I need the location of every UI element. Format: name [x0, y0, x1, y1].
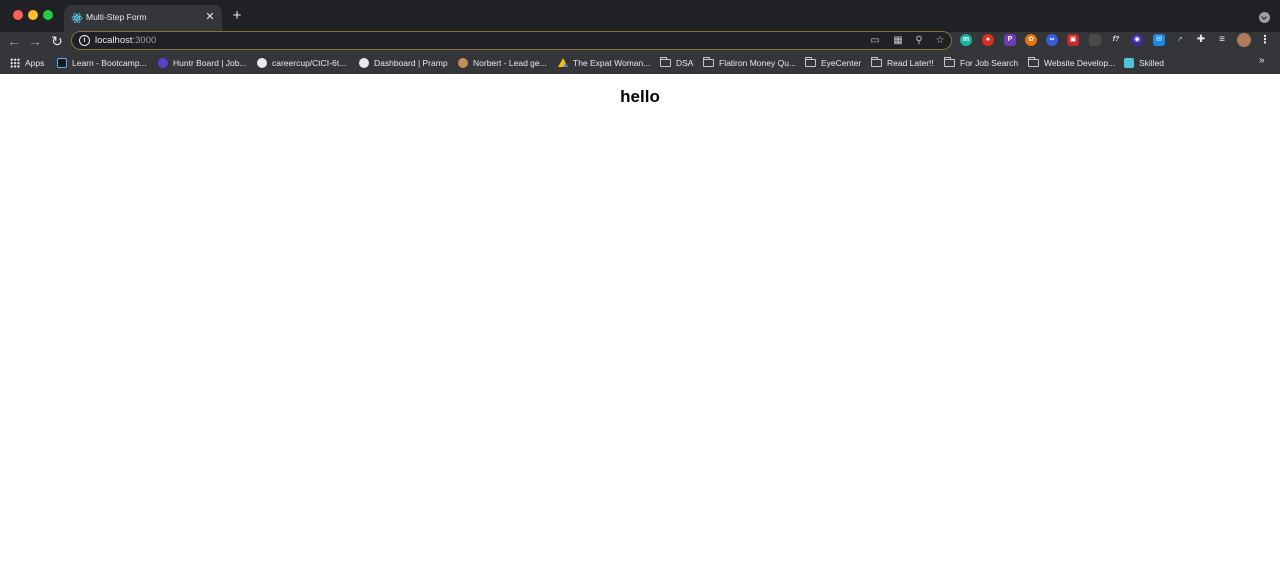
- browser-chrome: Multi-Step Form ✕ + ← → ↻ i localhost:30…: [0, 0, 1280, 74]
- maximize-window-button[interactable]: [43, 10, 53, 20]
- bookmarks-bar: Apps Learn - Bootcamp... Huntr Board | J…: [0, 53, 1280, 72]
- apps-grid-icon: [10, 58, 20, 68]
- install-app-icon[interactable]: ▭: [868, 34, 882, 48]
- bookmark-folder-job-search[interactable]: For Job Search: [944, 56, 1018, 70]
- extensions-puzzle-icon[interactable]: ✚: [1195, 34, 1207, 46]
- page-content: hello: [0, 74, 1280, 583]
- new-tab-icon[interactable]: +: [230, 8, 244, 23]
- bookmark-folder-eyecenter[interactable]: EyeCenter: [805, 56, 861, 70]
- extension-m-icon[interactable]: m: [960, 34, 972, 46]
- forward-arrow-icon[interactable]: →: [27, 33, 43, 49]
- back-arrow-icon[interactable]: ←: [6, 33, 22, 49]
- learn-icon: [57, 58, 67, 68]
- folder-icon: [660, 57, 671, 67]
- bookmark-careercup[interactable]: careercup/CtCI-6t...: [257, 56, 346, 70]
- extension-red-icon[interactable]: ▣: [1067, 34, 1079, 46]
- folder-icon: [944, 57, 955, 67]
- bookmark-pramp[interactable]: Dashboard | Pramp: [359, 56, 448, 70]
- reload-icon[interactable]: ↻: [49, 33, 65, 49]
- extension-flower-icon[interactable]: ✿: [1025, 34, 1037, 46]
- norbert-icon: [458, 58, 468, 68]
- bookmark-skilled[interactable]: Skilled: [1124, 56, 1164, 70]
- pramp-icon: [359, 58, 369, 68]
- extension-calendar-icon[interactable]: ✉: [1153, 34, 1165, 46]
- tab-title: Multi-Step Form: [86, 12, 147, 22]
- profile-avatar[interactable]: [1237, 33, 1251, 47]
- more-bookmarks-icon[interactable]: »: [1259, 55, 1265, 66]
- github-icon: [257, 58, 267, 68]
- huntr-icon: [158, 58, 168, 68]
- google-drive-icon: [558, 58, 568, 67]
- extension-rocket-icon[interactable]: ➚: [1174, 34, 1186, 46]
- bookmark-huntr[interactable]: Huntr Board | Job...: [158, 56, 247, 70]
- bookmark-learn[interactable]: Learn - Bootcamp...: [57, 56, 147, 70]
- skilled-icon: [1124, 58, 1134, 68]
- bookmark-expat-woman[interactable]: The Expat Woman...: [558, 56, 650, 70]
- zoom-icon[interactable]: ⚲: [912, 34, 926, 48]
- qr-code-icon[interactable]: ▦: [891, 34, 905, 48]
- address-bar[interactable]: i localhost:3000 ▭ ▦ ⚲ ☆: [71, 31, 952, 50]
- extension-circle-icon[interactable]: ◉: [1131, 34, 1143, 46]
- tab-strip: Multi-Step Form ✕ +: [0, 0, 1280, 32]
- url-host: localhost: [95, 35, 133, 46]
- extension-shield-icon[interactable]: ●: [982, 34, 994, 46]
- minimize-window-button[interactable]: [28, 10, 38, 20]
- url-port: :3000: [132, 35, 157, 46]
- reading-list-icon[interactable]: ≡: [1216, 34, 1228, 46]
- browser-menu-icon[interactable]: ⋮: [1259, 34, 1271, 46]
- site-info-icon[interactable]: i: [79, 35, 90, 46]
- folder-icon: [805, 57, 816, 67]
- close-tab-icon[interactable]: ✕: [204, 10, 216, 24]
- bookmark-folder-dsa[interactable]: DSA: [660, 56, 693, 70]
- url-text[interactable]: localhost:3000: [95, 35, 156, 46]
- extension-p-icon[interactable]: P: [1004, 34, 1016, 46]
- bookmark-star-icon[interactable]: ☆: [933, 34, 947, 48]
- react-atom-icon: [71, 13, 83, 23]
- extension-link-icon[interactable]: ∞: [1046, 34, 1058, 46]
- extension-fx-icon[interactable]: f?: [1110, 34, 1122, 46]
- close-window-button[interactable]: [13, 10, 23, 20]
- folder-icon: [1028, 57, 1039, 67]
- folder-icon: [871, 57, 882, 67]
- tab-multi-step-form[interactable]: Multi-Step Form ✕: [64, 5, 222, 32]
- bookmark-apps[interactable]: Apps: [10, 56, 44, 70]
- bookmark-folder-website-develop[interactable]: Website Develop...: [1028, 56, 1115, 70]
- folder-icon: [703, 57, 714, 67]
- bookmark-norbert[interactable]: Norbert - Lead ge...: [458, 56, 547, 70]
- bookmark-folder-read-later[interactable]: Read Later!!: [871, 56, 934, 70]
- tab-search-icon[interactable]: [1259, 12, 1270, 23]
- extension-grey-icon[interactable]: [1089, 34, 1101, 46]
- page-heading: hello: [620, 87, 660, 106]
- bookmark-folder-flatiron[interactable]: Flatiron Money Qu...: [703, 56, 796, 70]
